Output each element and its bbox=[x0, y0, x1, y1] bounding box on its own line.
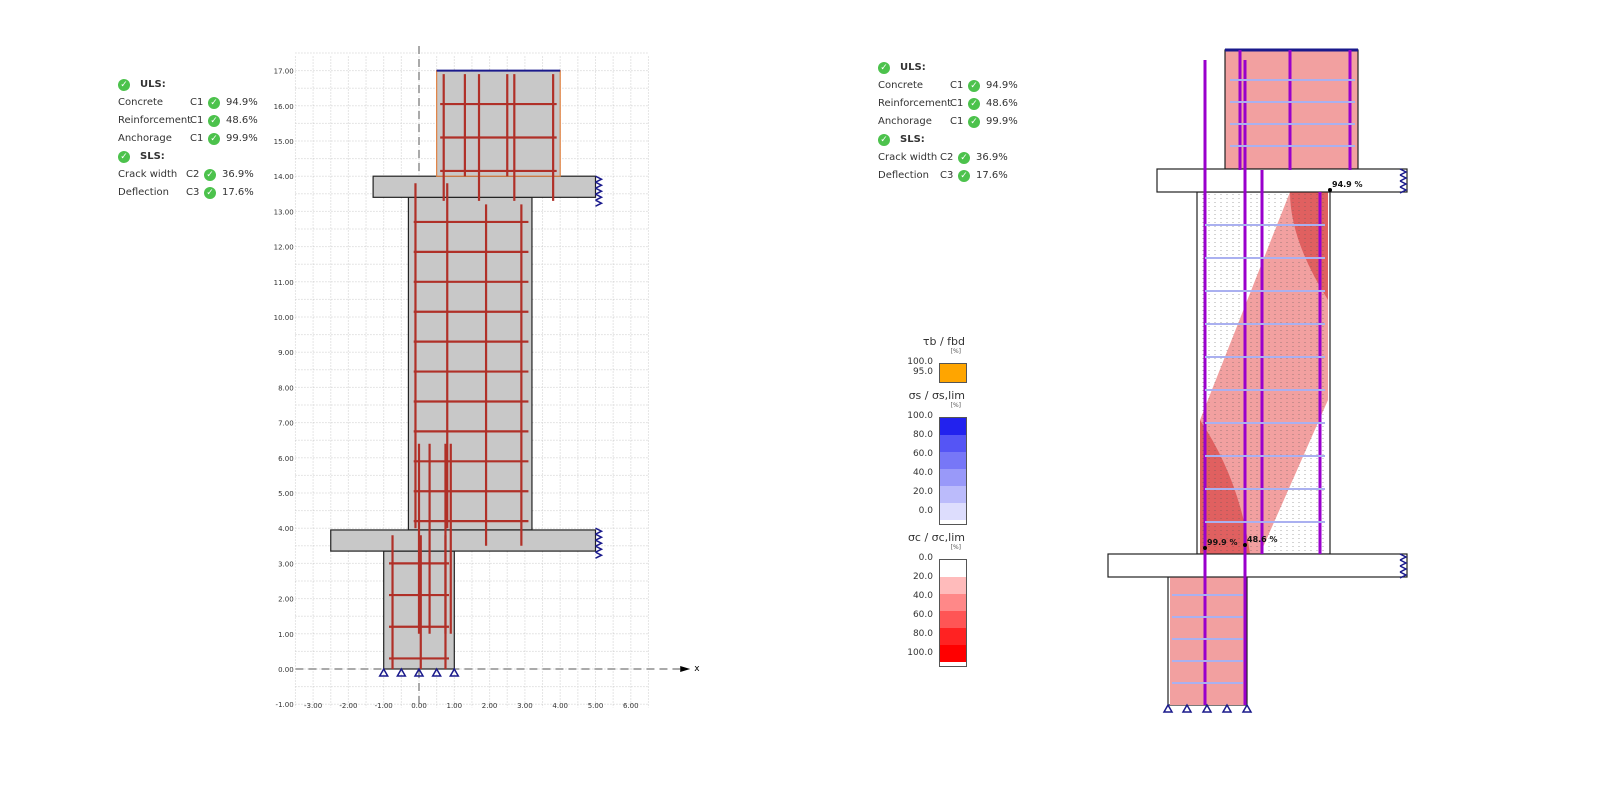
legend-swatch bbox=[940, 560, 966, 577]
legend-swatch bbox=[940, 486, 966, 503]
legend-label: 100.0 bbox=[907, 411, 933, 421]
result-marker-label: 99.9 % bbox=[1207, 538, 1238, 547]
support-icon bbox=[1201, 703, 1213, 713]
legend-label: 0.0 bbox=[918, 553, 933, 563]
legend-label: 40.0 bbox=[912, 468, 933, 478]
stress-zone bbox=[1170, 577, 1245, 705]
legend-unit: [%] bbox=[950, 402, 961, 409]
legend-swatch bbox=[940, 628, 966, 645]
legend-title: σs / σs,lim bbox=[908, 389, 965, 402]
legend-unit: [%] bbox=[950, 348, 961, 355]
legend-label: 60.0 bbox=[912, 610, 933, 620]
legend-swatch bbox=[940, 611, 966, 628]
legend-unit: [%] bbox=[950, 544, 961, 551]
legend-label: 20.0 bbox=[912, 487, 933, 497]
legend-label: 100.0 bbox=[907, 357, 933, 367]
legend-label: 100.0 bbox=[907, 648, 933, 658]
support-icon bbox=[1162, 703, 1174, 713]
upper-slab bbox=[1156, 168, 1408, 193]
support-icon bbox=[1181, 703, 1193, 713]
legend-swatch bbox=[940, 503, 966, 520]
legend-swatch bbox=[940, 577, 966, 594]
legend-swatch bbox=[940, 452, 966, 469]
result-marker-label: 94.9 % bbox=[1332, 180, 1363, 189]
legend-swatch bbox=[940, 469, 966, 486]
results-legend: τb / fbd [%] 100.0 95.0 σs / σs,lim [%] 100.0 8… bbox=[895, 335, 967, 673]
results-view[interactable]: 94.9 % 99.9 % 48.6 % bbox=[0, 0, 1600, 800]
legend-label: 95.0 bbox=[912, 367, 933, 377]
legend-label: 80.0 bbox=[912, 430, 933, 440]
legend-swatch bbox=[940, 364, 966, 382]
legend-label: 40.0 bbox=[912, 591, 933, 601]
legend-label: 80.0 bbox=[912, 629, 933, 639]
support-icon bbox=[1221, 703, 1233, 713]
support-icon bbox=[1241, 703, 1253, 713]
legend-label: 20.0 bbox=[912, 572, 933, 582]
legend-swatch bbox=[940, 435, 966, 452]
legend-title: τb / fbd bbox=[922, 335, 965, 348]
legend-swatch bbox=[940, 645, 966, 662]
legend-swatch bbox=[940, 594, 966, 611]
legend-label: 60.0 bbox=[912, 449, 933, 459]
result-marker-label: 48.6 % bbox=[1247, 535, 1278, 544]
legend-label: 0.0 bbox=[918, 506, 933, 516]
legend-title: σc / σc,lim bbox=[907, 531, 965, 544]
lower-slab bbox=[1107, 553, 1408, 578]
legend-swatch bbox=[940, 418, 966, 435]
